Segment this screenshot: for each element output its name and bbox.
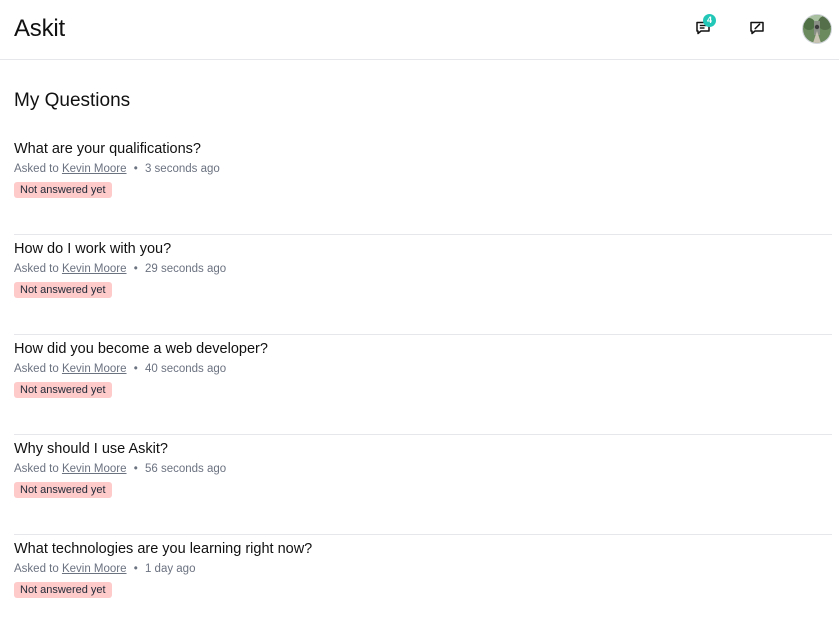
question-time: 3 seconds ago [144, 163, 220, 175]
question-meta: Asked to Kevin Moore • 3 seconds ago [14, 161, 220, 177]
question-title[interactable]: How do I work with you? [14, 240, 171, 258]
question-item: Why should I use Askit? Asked to Kevin M… [14, 435, 832, 535]
question-title[interactable]: Why should I use Askit? [14, 440, 168, 458]
asked-to-label: Asked to [14, 363, 59, 375]
question-title[interactable]: What technologies are you learning right… [14, 540, 312, 558]
question-item: What are your qualifications? Asked to K… [14, 135, 832, 235]
asked-to-label: Asked to [14, 263, 59, 275]
question-time: 40 seconds ago [144, 363, 227, 375]
status-badge: Not answered yet [14, 482, 112, 498]
question-item: What technologies are you learning right… [14, 535, 832, 635]
question-item: How do I work with you? Asked to Kevin M… [14, 235, 832, 335]
status-badge: Not answered yet [14, 582, 112, 598]
chat-bubble-edit-icon [750, 21, 764, 35]
question-time: 1 day ago [144, 563, 196, 575]
asked-to-label: Asked to [14, 463, 59, 475]
question-meta: Asked to Kevin Moore • 56 seconds ago [14, 461, 226, 477]
meta-separator: • [133, 563, 138, 575]
ask-question-button[interactable] [746, 17, 768, 39]
author-link[interactable]: Kevin Moore [62, 563, 127, 575]
meta-separator: • [133, 463, 138, 475]
question-meta: Asked to Kevin Moore • 1 day ago [14, 561, 195, 577]
avatar-photo-icon [803, 15, 831, 43]
question-title[interactable]: What are your qualifications? [14, 140, 201, 158]
question-item: How did you become a web developer? Aske… [14, 335, 832, 435]
question-meta: Asked to Kevin Moore • 40 seconds ago [14, 361, 226, 377]
question-list: What are your qualifications? Asked to K… [14, 135, 832, 635]
author-link[interactable]: Kevin Moore [62, 163, 127, 175]
author-link[interactable]: Kevin Moore [62, 263, 127, 275]
status-badge: Not answered yet [14, 282, 112, 298]
author-link[interactable]: Kevin Moore [62, 363, 127, 375]
top-header: Askit 4 [0, 0, 839, 60]
question-time: 56 seconds ago [144, 463, 227, 475]
question-title[interactable]: How did you become a web developer? [14, 340, 268, 358]
user-avatar[interactable] [803, 15, 831, 43]
question-time: 29 seconds ago [144, 263, 227, 275]
meta-separator: • [133, 263, 138, 275]
status-badge: Not answered yet [14, 382, 112, 398]
question-meta: Asked to Kevin Moore • 29 seconds ago [14, 261, 226, 277]
notifications-button[interactable]: 4 [692, 14, 716, 39]
meta-separator: • [133, 163, 138, 175]
status-badge: Not answered yet [14, 182, 112, 198]
meta-separator: • [133, 363, 138, 375]
asked-to-label: Asked to [14, 163, 59, 175]
notification-count-badge: 4 [703, 14, 716, 27]
page-title: My Questions [14, 90, 131, 111]
author-link[interactable]: Kevin Moore [62, 463, 127, 475]
asked-to-label: Asked to [14, 563, 59, 575]
app-title[interactable]: Askit [14, 14, 65, 44]
